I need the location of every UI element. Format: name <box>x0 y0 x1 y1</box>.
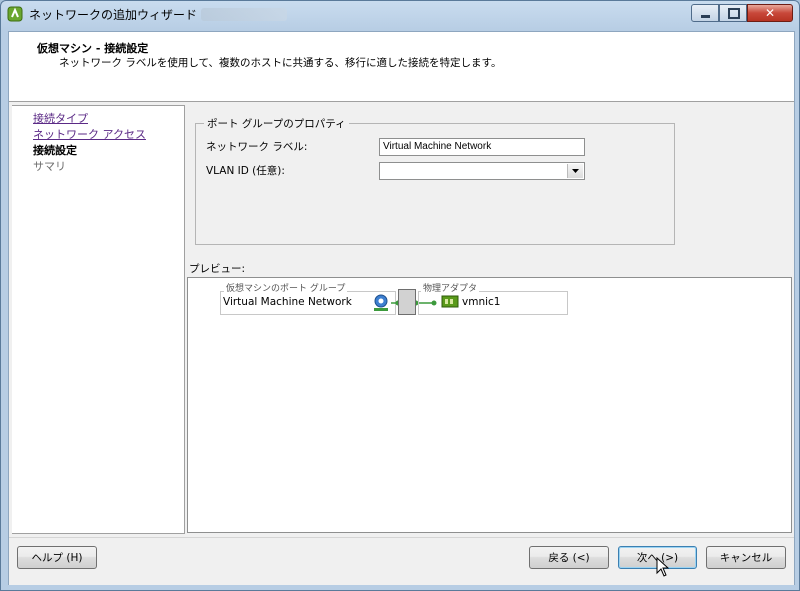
wizard-steps-panel: 接続タイプ ネットワーク アクセス 接続設定 サマリ <box>12 105 185 534</box>
step-summary: サマリ <box>33 160 66 173</box>
step-connection-settings: 接続設定 <box>33 144 77 157</box>
nic-icon <box>441 295 459 308</box>
wizard-client-area: 仮想マシン - 接続設定 ネットワーク ラベルを使用して、複数のホストに共通する… <box>8 31 795 585</box>
cancel-button[interactable]: キャンセル <box>706 546 786 569</box>
wizard-header: 仮想マシン - 接続設定 ネットワーク ラベルを使用して、複数のホストに共通する… <box>9 32 794 102</box>
title-blur-overlay <box>201 8 287 21</box>
close-button[interactable]: ✕ <box>747 4 793 22</box>
close-icon: ✕ <box>764 6 776 20</box>
vlan-id-combobox[interactable] <box>379 162 585 180</box>
mouse-cursor-icon <box>656 557 670 577</box>
network-label-input[interactable]: Virtual Machine Network <box>379 138 585 156</box>
chevron-down-icon <box>572 169 579 173</box>
maximize-icon <box>728 8 740 19</box>
port-group-properties-legend: ポート グループのプロパティ <box>207 118 346 130</box>
virtual-switch-icon <box>398 289 416 315</box>
minimize-button[interactable] <box>691 4 719 22</box>
title-bar[interactable]: ネットワークの追加ウィザード ✕ <box>1 1 799 27</box>
back-button[interactable]: 戻る (<) <box>529 546 609 569</box>
page-title: 仮想マシン - 接続設定 <box>37 42 149 55</box>
page-description: ネットワーク ラベルを使用して、複数のホストに共通する、移行に適した接続を特定し… <box>59 57 502 69</box>
step-connection-type[interactable]: 接続タイプ <box>33 110 88 126</box>
maximize-button[interactable] <box>719 4 747 22</box>
preview-panel: 仮想マシンのポート グループ Virtual Machine Network 物… <box>187 277 792 533</box>
port-group-name: Virtual Machine Network <box>223 296 352 308</box>
vlan-id-caption: VLAN ID (任意): <box>206 165 285 177</box>
help-button[interactable]: ヘルプ (H) <box>17 546 97 569</box>
port-group-caption: 仮想マシンのポート グループ <box>224 281 348 294</box>
preview-label: プレビュー: <box>189 263 246 275</box>
network-label-caption: ネットワーク ラベル: <box>206 141 308 153</box>
wizard-window: ネットワークの追加ウィザード ✕ 仮想マシン - 接続設定 ネットワーク ラベル… <box>0 0 800 591</box>
port-group-properties-group: ポート グループのプロパティ <box>195 116 675 245</box>
physical-adapter-name: vmnic1 <box>462 296 501 308</box>
window-title: ネットワークの追加ウィザード <box>29 8 198 22</box>
physical-adapter-caption: 物理アダプタ <box>421 281 480 294</box>
minimize-icon <box>701 15 710 18</box>
button-bar: ヘルプ (H) 戻る (<) 次へ (>) キャンセル <box>9 537 794 585</box>
dropdown-arrow-button[interactable] <box>567 164 583 178</box>
step-network-access[interactable]: ネットワーク アクセス <box>33 126 146 142</box>
vsphere-app-icon <box>7 6 23 22</box>
